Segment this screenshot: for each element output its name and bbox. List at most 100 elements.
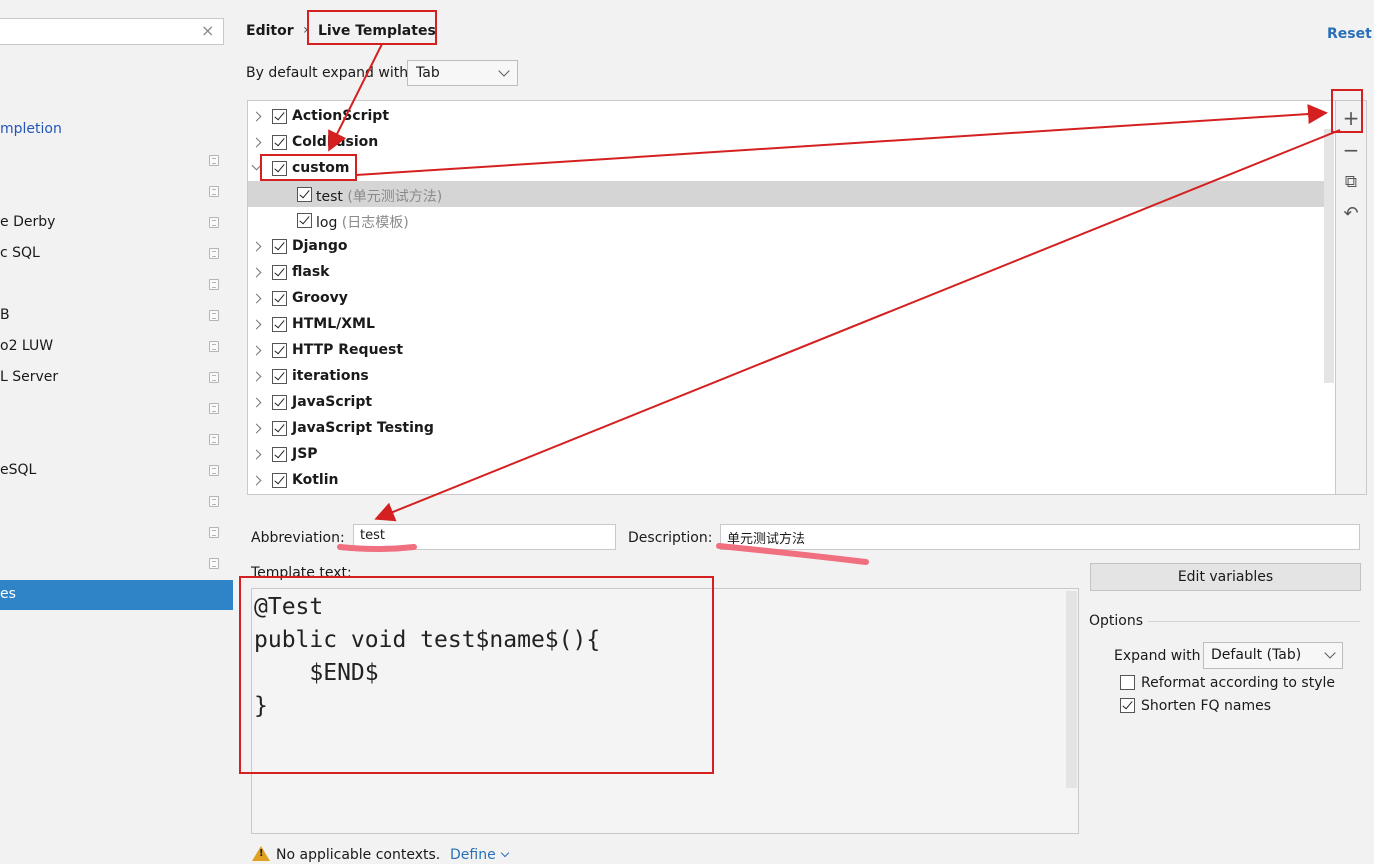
copy-template-button[interactable]: ⧉: [1340, 171, 1362, 193]
template-group-row[interactable]: Kotlin: [248, 467, 1335, 493]
chevron-right-icon[interactable]: [251, 371, 262, 382]
reformat-checkbox[interactable]: [1120, 675, 1135, 690]
template-row[interactable]: log (日志模板): [248, 207, 1335, 233]
group-checkbox[interactable]: [272, 447, 287, 462]
row-name-text: JavaScript Testing: [292, 420, 434, 436]
group-checkbox[interactable]: [272, 239, 287, 254]
group-checkbox[interactable]: [272, 109, 287, 124]
sidebar-item-label: c SQL: [0, 245, 40, 261]
settings-sidebar: × mpletion e Derby c SQL Bo2 LUW L Server eSQ…: [0, 0, 233, 864]
template-group-row[interactable]: JavaScript Testing: [248, 415, 1335, 441]
chevron-right-icon[interactable]: [251, 137, 262, 148]
group-checkbox[interactable]: [272, 265, 287, 280]
shorten-fq-label[interactable]: Shorten FQ names: [1141, 698, 1271, 714]
add-template-button[interactable]: +: [1340, 107, 1362, 129]
template-group-row[interactable]: custom: [248, 155, 1335, 181]
chevron-right-icon[interactable]: [251, 241, 262, 252]
chevron-right-icon[interactable]: [251, 319, 262, 330]
shorten-fq-checkbox[interactable]: [1120, 698, 1135, 713]
sidebar-item[interactable]: eSQL: [0, 462, 36, 484]
template-scrollbar[interactable]: [1066, 591, 1077, 788]
description-input[interactable]: 单元测试方法: [720, 524, 1360, 550]
row-name-text: log: [316, 215, 338, 231]
template-text-content[interactable]: @Test public void test$name$(){ $END$ }: [254, 591, 600, 723]
project-settings-icon: [209, 372, 219, 383]
group-checkbox[interactable]: [272, 317, 287, 332]
chevron-right-icon[interactable]: [251, 475, 262, 486]
row-name-text: ColdFusion: [292, 134, 379, 150]
template-group-row[interactable]: Django: [248, 233, 1335, 259]
template-group-row[interactable]: iterations: [248, 363, 1335, 389]
sidebar-item[interactable]: B: [0, 307, 10, 329]
options-title: Options: [1089, 613, 1144, 629]
project-settings-icon: [209, 496, 219, 507]
live-templates-panel: Editor › Live Templates Reset By default…: [233, 0, 1374, 864]
chevron-right-icon[interactable]: [251, 293, 262, 304]
template-group-row[interactable]: ActionScript: [248, 103, 1335, 129]
sidebar-item[interactable]: mpletion: [0, 121, 62, 143]
remove-template-button[interactable]: −: [1340, 139, 1362, 161]
templates-tree[interactable]: ActionScript ColdFusion custom test (单元测试方法…: [247, 100, 1336, 495]
group-name: HTTP Request: [292, 342, 403, 358]
template-group-row[interactable]: flask: [248, 259, 1335, 285]
template-checkbox[interactable]: [297, 213, 312, 228]
clear-search-icon[interactable]: ×: [201, 21, 214, 40]
group-checkbox[interactable]: [272, 395, 287, 410]
options-divider: [1148, 621, 1360, 622]
settings-search-input[interactable]: [0, 18, 224, 45]
expand-with-label: Expand with: [1114, 648, 1201, 664]
restore-defaults-button[interactable]: ↶: [1340, 203, 1362, 225]
expand-with-value: Default (Tab): [1211, 647, 1302, 663]
group-name: HTML/XML: [292, 316, 375, 332]
group-checkbox[interactable]: [272, 161, 287, 176]
sidebar-item[interactable]: c SQL: [0, 245, 40, 267]
abbreviation-input[interactable]: test: [353, 524, 616, 550]
tree-scrollbar[interactable]: [1324, 129, 1334, 383]
project-settings-icon: [209, 403, 219, 414]
chevron-right-icon[interactable]: [251, 345, 262, 356]
chevron-right-icon[interactable]: [251, 111, 262, 122]
template-group-row[interactable]: HTTP Request: [248, 337, 1335, 363]
group-checkbox[interactable]: [272, 473, 287, 488]
sidebar-item-live-templates[interactable]: es: [0, 580, 233, 610]
row-name-text: flask: [292, 264, 330, 280]
group-name: JavaScript Testing: [292, 420, 434, 436]
group-checkbox[interactable]: [272, 421, 287, 436]
template-group-row[interactable]: Groovy: [248, 285, 1335, 311]
group-checkbox[interactable]: [272, 291, 287, 306]
edit-variables-button[interactable]: Edit variables: [1090, 563, 1361, 591]
template-group-row[interactable]: JavaScript: [248, 389, 1335, 415]
reset-link[interactable]: Reset: [1327, 26, 1372, 42]
chevron-right-icon[interactable]: [251, 423, 262, 434]
row-name-text: JavaScript: [292, 394, 373, 410]
breadcrumb-editor[interactable]: Editor: [246, 23, 294, 39]
define-context-link[interactable]: Define: [450, 847, 510, 863]
expand-with-select[interactable]: Default (Tab): [1203, 642, 1343, 669]
group-checkbox[interactable]: [272, 135, 287, 150]
chevron-right-icon[interactable]: [251, 397, 262, 408]
group-name: ActionScript: [292, 108, 389, 124]
template-group-row[interactable]: ColdFusion: [248, 129, 1335, 155]
chevron-down-icon[interactable]: [251, 160, 262, 171]
template-text-editor[interactable]: @Test public void test$name$(){ $END$ }: [251, 588, 1079, 834]
row-name-text: JSP: [292, 446, 318, 462]
reformat-label[interactable]: Reformat according to style: [1141, 675, 1335, 691]
project-settings-icon: [209, 341, 219, 352]
chevron-right-icon[interactable]: [251, 449, 262, 460]
project-settings-icon: [209, 434, 219, 445]
sidebar-item[interactable]: e Derby: [0, 214, 55, 236]
sidebar-item[interactable]: o2 LUW: [0, 338, 53, 360]
sidebar-item[interactable]: L Server: [0, 369, 58, 391]
template-group-row[interactable]: HTML/XML: [248, 311, 1335, 337]
sidebar-item-label: e Derby: [0, 214, 56, 230]
group-checkbox[interactable]: [272, 343, 287, 358]
expand-default-select[interactable]: Tab: [407, 60, 518, 86]
chevron-right-icon[interactable]: [251, 267, 262, 278]
template-checkbox[interactable]: [297, 187, 312, 202]
group-checkbox[interactable]: [272, 369, 287, 384]
template-text-label: Template text:: [251, 565, 352, 581]
template-row[interactable]: test (单元测试方法): [248, 181, 1334, 207]
template-group-row[interactable]: JSP: [248, 441, 1335, 467]
template-description-text: (单元测试方法): [342, 189, 443, 205]
row-name-text: HTML/XML: [292, 316, 375, 332]
